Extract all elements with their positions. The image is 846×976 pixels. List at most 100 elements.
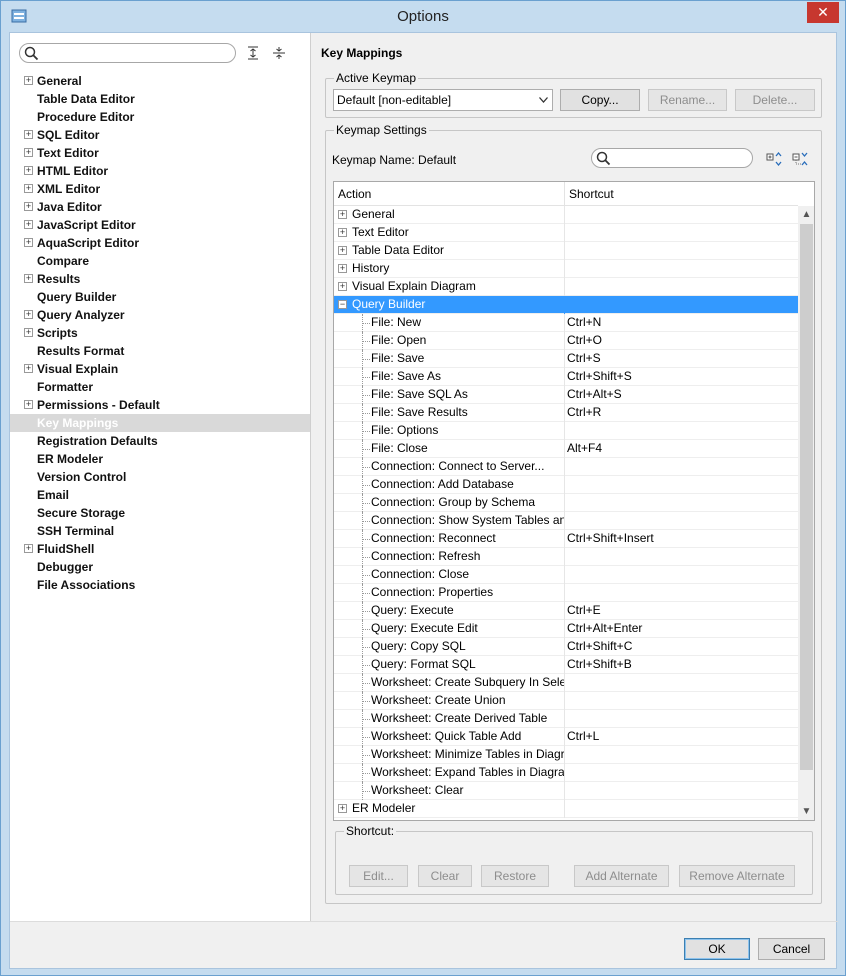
nav-item[interactable]: Debugger [10, 558, 310, 576]
nav-item[interactable]: Compare [10, 252, 310, 270]
expand-all-icon[interactable] [246, 46, 260, 60]
table-row[interactable]: + History [334, 260, 798, 278]
nav-item[interactable]: Email [10, 486, 310, 504]
restore-button[interactable]: Restore [481, 865, 549, 887]
table-row[interactable]: File: Save As Ctrl+Shift+S [334, 368, 798, 386]
scroll-up-icon[interactable]: ▲ [798, 206, 814, 223]
table-row[interactable]: − Query Builder [334, 296, 798, 314]
table-row[interactable]: Worksheet: Quick Table Add Ctrl+L [334, 728, 798, 746]
collapse-tree-icon[interactable] [792, 152, 808, 166]
expand-plus-icon[interactable]: + [24, 400, 33, 409]
table-row[interactable]: Query: Execute Edit Ctrl+Alt+Enter [334, 620, 798, 638]
nav-search-input[interactable] [42, 45, 227, 61]
expand-plus-icon[interactable]: + [338, 804, 347, 813]
table-row[interactable]: Query: Format SQL Ctrl+Shift+B [334, 656, 798, 674]
expand-plus-icon[interactable]: + [24, 148, 33, 157]
close-button[interactable]: ✕ [807, 2, 839, 23]
table-row[interactable]: File: Open Ctrl+O [334, 332, 798, 350]
delete-button[interactable]: Delete... [735, 89, 815, 111]
table-row[interactable]: Query: Copy SQL Ctrl+Shift+C [334, 638, 798, 656]
collapse-all-icon[interactable] [272, 46, 286, 60]
nav-item[interactable]: ER Modeler [10, 450, 310, 468]
table-row[interactable]: Connection: Close [334, 566, 798, 584]
table-row[interactable]: + General [334, 206, 798, 224]
table-row[interactable]: Worksheet: Clear [334, 782, 798, 800]
expand-plus-icon[interactable]: + [24, 310, 33, 319]
nav-item[interactable]: + HTML Editor [10, 162, 310, 180]
copy-button[interactable]: Copy... [560, 89, 640, 111]
nav-item[interactable]: + AquaScript Editor [10, 234, 310, 252]
expand-plus-icon[interactable]: + [24, 76, 33, 85]
table-row[interactable]: File: Options [334, 422, 798, 440]
expand-plus-icon[interactable]: + [24, 544, 33, 553]
table-row[interactable]: File: New Ctrl+N [334, 314, 798, 332]
nav-item[interactable]: + Query Analyzer [10, 306, 310, 324]
expand-tree-icon[interactable] [766, 152, 782, 166]
nav-item[interactable]: + XML Editor [10, 180, 310, 198]
nav-item[interactable]: + Results [10, 270, 310, 288]
table-row[interactable]: Worksheet: Create Union [334, 692, 798, 710]
nav-item[interactable]: File Associations [10, 576, 310, 594]
vertical-scrollbar[interactable]: ▲ ▼ [798, 206, 814, 820]
keymap-search-input[interactable] [614, 150, 746, 166]
keymap-search[interactable] [591, 148, 753, 168]
table-row[interactable]: Worksheet: Minimize Tables in Diagram [334, 746, 798, 764]
table-row[interactable]: Worksheet: Expand Tables in Diagram [334, 764, 798, 782]
expand-plus-icon[interactable]: + [24, 166, 33, 175]
table-row[interactable]: Connection: Show System Tables and Vie [334, 512, 798, 530]
cancel-button[interactable]: Cancel [758, 938, 825, 960]
expand-plus-icon[interactable]: + [24, 364, 33, 373]
collapse-minus-icon[interactable]: − [338, 300, 347, 309]
table-row[interactable]: Connection: Connect to Server... [334, 458, 798, 476]
nav-item[interactable]: Results Format [10, 342, 310, 360]
active-keymap-select[interactable]: Default [non-editable] [333, 89, 553, 111]
scroll-thumb[interactable] [800, 224, 813, 770]
header-action[interactable]: Action [334, 182, 565, 206]
table-row[interactable]: + Visual Explain Diagram [334, 278, 798, 296]
expand-plus-icon[interactable]: + [24, 130, 33, 139]
nav-item[interactable]: SSH Terminal [10, 522, 310, 540]
expand-plus-icon[interactable]: + [338, 264, 347, 273]
expand-plus-icon[interactable]: + [338, 210, 347, 219]
expand-plus-icon[interactable]: + [338, 228, 347, 237]
nav-item[interactable]: Query Builder [10, 288, 310, 306]
clear-button[interactable]: Clear [418, 865, 472, 887]
nav-item[interactable]: Key Mappings [10, 414, 310, 432]
expand-plus-icon[interactable]: + [24, 238, 33, 247]
table-row[interactable]: File: Close Alt+F4 [334, 440, 798, 458]
edit-button[interactable]: Edit... [349, 865, 408, 887]
nav-item[interactable]: Table Data Editor [10, 90, 310, 108]
expand-plus-icon[interactable]: + [24, 184, 33, 193]
nav-item[interactable]: + General [10, 72, 310, 90]
nav-item[interactable]: Formatter [10, 378, 310, 396]
table-row[interactable]: File: Save SQL As Ctrl+Alt+S [334, 386, 798, 404]
table-row[interactable]: Connection: Refresh [334, 548, 798, 566]
rename-button[interactable]: Rename... [648, 89, 727, 111]
add-alternate-button[interactable]: Add Alternate [574, 865, 669, 887]
expand-plus-icon[interactable]: + [24, 202, 33, 211]
table-row[interactable]: Connection: Add Database [334, 476, 798, 494]
nav-item[interactable]: + SQL Editor [10, 126, 310, 144]
expand-plus-icon[interactable]: + [24, 220, 33, 229]
expand-plus-icon[interactable]: + [24, 328, 33, 337]
expand-plus-icon[interactable]: + [338, 246, 347, 255]
table-row[interactable]: Connection: Reconnect Ctrl+Shift+Insert [334, 530, 798, 548]
nav-item[interactable]: + JavaScript Editor [10, 216, 310, 234]
nav-item[interactable]: Version Control [10, 468, 310, 486]
nav-item[interactable]: + Visual Explain [10, 360, 310, 378]
table-row[interactable]: + Table Data Editor [334, 242, 798, 260]
header-shortcut[interactable]: Shortcut [565, 182, 798, 206]
nav-item[interactable]: Registration Defaults [10, 432, 310, 450]
nav-item[interactable]: + Permissions - Default [10, 396, 310, 414]
table-row[interactable]: Connection: Properties [334, 584, 798, 602]
nav-item[interactable]: + Scripts [10, 324, 310, 342]
table-row[interactable]: Worksheet: Create Derived Table [334, 710, 798, 728]
table-row[interactable]: Worksheet: Create Subquery In Select [334, 674, 798, 692]
nav-item[interactable]: + Java Editor [10, 198, 310, 216]
table-row[interactable]: + ER Modeler [334, 800, 798, 818]
ok-button[interactable]: OK [684, 938, 750, 960]
nav-item[interactable]: Procedure Editor [10, 108, 310, 126]
expand-plus-icon[interactable]: + [24, 274, 33, 283]
nav-item[interactable]: + FluidShell [10, 540, 310, 558]
table-row[interactable]: File: Save Ctrl+S [334, 350, 798, 368]
